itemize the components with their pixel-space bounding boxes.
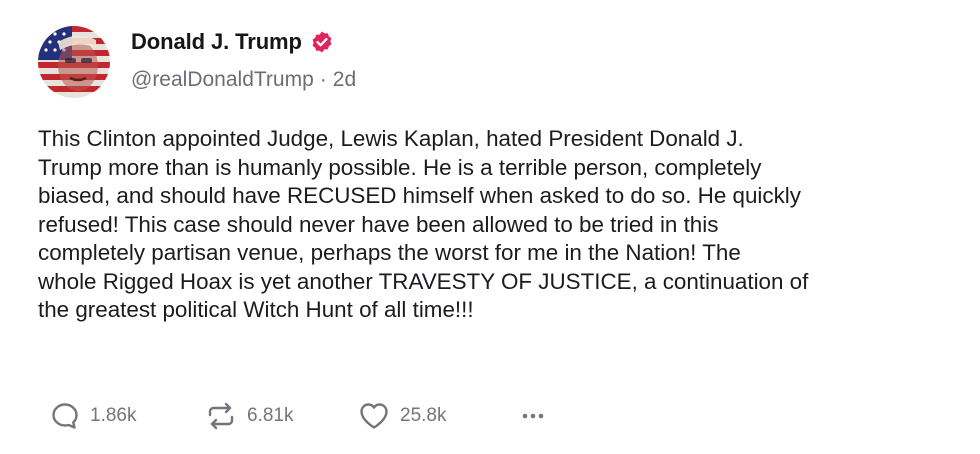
- retruth-button[interactable]: 6.81k: [205, 401, 358, 431]
- more-options-button[interactable]: [518, 401, 558, 431]
- post-actions-bar: 1.86k 6.81k 25.8k: [50, 398, 558, 434]
- post-text-line: completely partisan venue, perhaps the w…: [38, 240, 741, 265]
- post-text-line: This Clinton appointed Judge, Lewis Kapl…: [38, 126, 744, 151]
- post-text-line: whole Rigged Hoax is yet another TRAVEST…: [38, 268, 809, 294]
- author-display-name[interactable]: Donald J. Trump: [131, 29, 302, 55]
- flag-portrait-icon: [38, 26, 110, 98]
- post-text-line: the greatest political Witch Hunt of all…: [38, 297, 474, 322]
- speech-bubble-icon: [52, 403, 78, 429]
- author-name-row: Donald J. Trump: [131, 27, 334, 57]
- post-text-line: refused! This case should never have bee…: [38, 211, 719, 237]
- post-text-line: Trump more than is humanly possible. He …: [38, 154, 762, 180]
- verified-badge-icon: [310, 30, 334, 54]
- post-timestamp[interactable]: 2d: [333, 68, 356, 92]
- truth-post: Donald J. Trump @realDonaldTrump · 2d Th…: [0, 0, 980, 454]
- ellipsis-icon: [522, 413, 544, 419]
- like-button[interactable]: 25.8k: [358, 401, 518, 431]
- author-handle[interactable]: @realDonaldTrump: [131, 68, 314, 92]
- like-count: 25.8k: [400, 405, 447, 426]
- post-text: This Clinton appointed Judge, Lewis Kapl…: [38, 125, 968, 325]
- reply-count: 1.86k: [90, 405, 137, 426]
- post-text-line: biased, and should have RECUSED himself …: [38, 183, 801, 208]
- author-avatar[interactable]: [38, 26, 110, 98]
- heart-icon: [360, 403, 388, 429]
- repost-arrows-icon: [208, 402, 234, 430]
- reply-button[interactable]: 1.86k: [50, 401, 205, 431]
- meta-separator: ·: [319, 68, 327, 91]
- retruth-count: 6.81k: [247, 405, 294, 426]
- author-handle-row: @realDonaldTrump · 2d: [131, 66, 356, 94]
